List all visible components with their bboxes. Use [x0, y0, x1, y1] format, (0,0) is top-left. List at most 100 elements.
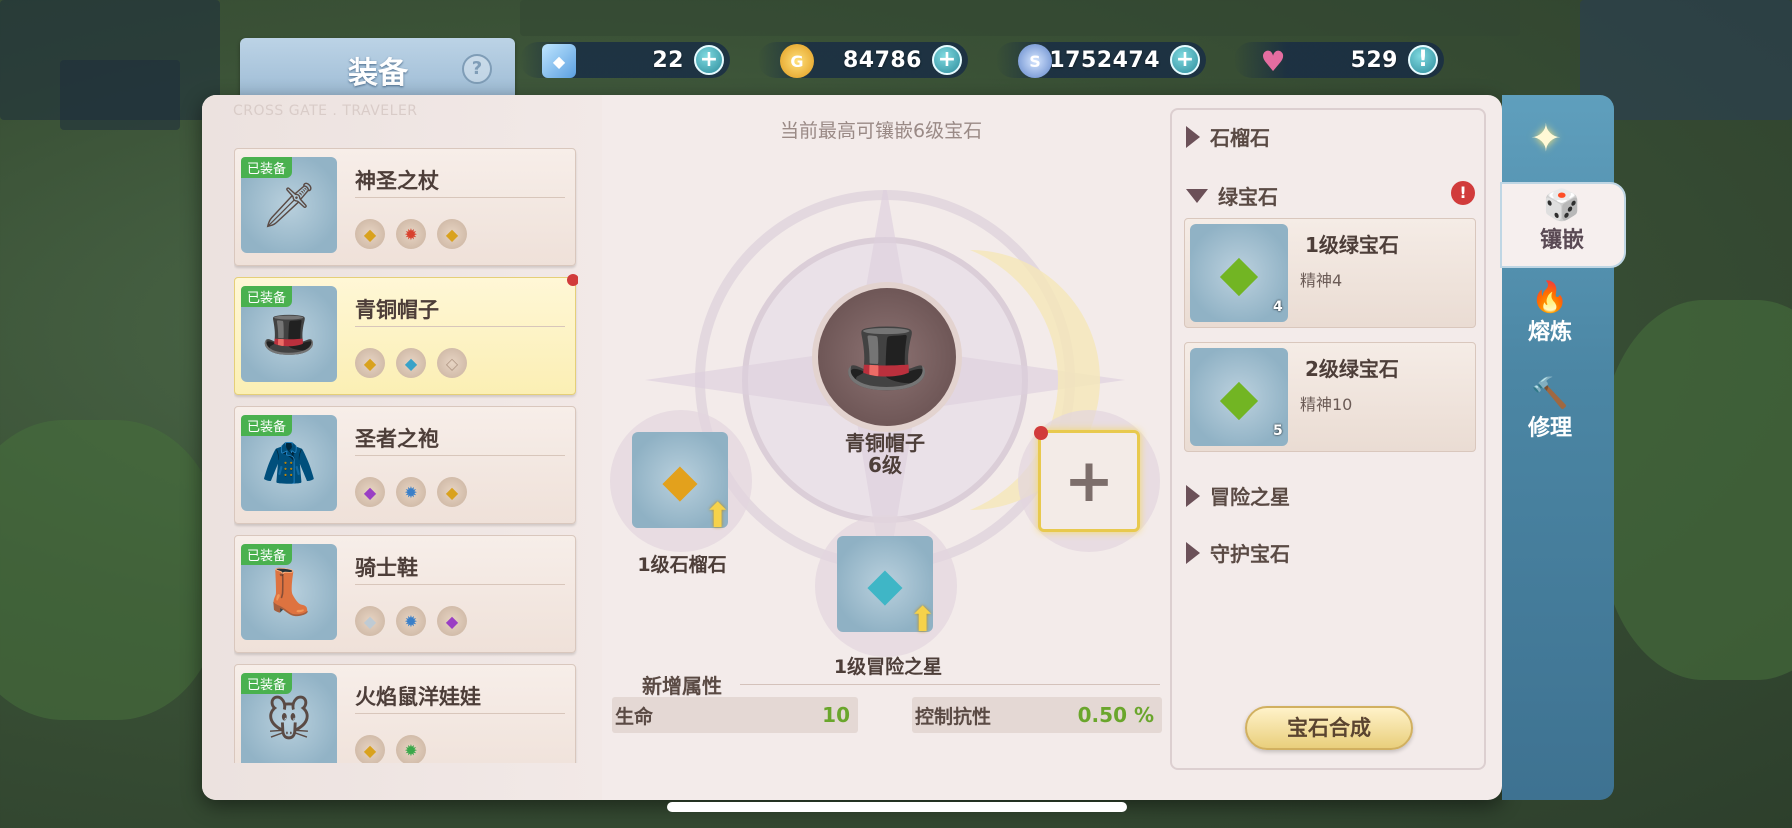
alert-dot: [1034, 426, 1048, 440]
equipment-list[interactable]: 🗡 已装备 神圣之杖 ◆ ✹ ◆ 🎩 已装备 青铜帽子 ◆ ◆ ◇ 🧥 已装备 …: [234, 148, 578, 763]
garnet-slot[interactable]: ◆ ⬆: [632, 432, 732, 536]
category-label: 绿宝石: [1218, 185, 1278, 209]
selected-item-hub: 🎩: [812, 282, 962, 432]
collapsed-arrow-icon: [1186, 484, 1200, 507]
empty-gem-slot[interactable]: +: [1034, 426, 1140, 532]
heart-icon: ♥: [1260, 44, 1286, 78]
category-label: 冒险之星: [1210, 485, 1290, 509]
stamina-info-button[interactable]: !: [1408, 45, 1438, 75]
selected-item-name: 青铜帽子: [845, 431, 925, 455]
upgrade-arrow-icon[interactable]: ⬆: [909, 600, 938, 640]
selected-item-level: 6级: [868, 453, 902, 477]
flame-icon: 🔥: [1531, 280, 1569, 315]
silver-coin-icon: S: [1018, 44, 1052, 78]
equipment-item[interactable]: 👢 已装备 骑士鞋 ◆ ✹ ◆: [234, 535, 576, 653]
expanded-arrow-icon: [1186, 188, 1208, 203]
gem-card[interactable]: ◆ 5 2级绿宝石 精神10: [1184, 342, 1476, 452]
category-emerald[interactable]: 绿宝石: [1186, 181, 1278, 210]
stat-key: 生命: [615, 705, 654, 728]
equipment-item[interactable]: 🗡 已装备 神圣之杖 ◆ ✹ ◆: [234, 148, 576, 266]
category-label: 守护宝石: [1210, 542, 1290, 566]
home-indicator[interactable]: [667, 802, 1127, 812]
equipped-badge: 已装备: [241, 673, 293, 694]
category-adventure-star[interactable]: 冒险之星: [1186, 481, 1290, 510]
stat-control-resist: 控制抗性 0.50 %: [912, 697, 1162, 733]
gem-slots: ◆ ✹ ◆: [355, 219, 467, 249]
gem-name: 1级绿宝石: [1305, 233, 1399, 257]
currency-crystal: ◆ 22 +: [520, 42, 730, 78]
page-title: 装备: [348, 56, 408, 91]
gem-name: 2级绿宝石: [1305, 357, 1399, 381]
gem-stat: 精神4: [1300, 271, 1343, 290]
tab-repair[interactable]: 🔨 修理: [1500, 378, 1600, 442]
divider: [355, 326, 565, 327]
currency-silver-value: 1752474: [1049, 47, 1160, 73]
gem-slots: ◆ ✹ ◆: [355, 606, 467, 636]
collapsed-arrow-icon: [1186, 125, 1200, 148]
adventure-star-slot[interactable]: ◆ ⬆: [837, 536, 937, 640]
divider: [355, 713, 565, 714]
gem-stat: 精神10: [1300, 395, 1353, 414]
dice-icon: 🎲: [1543, 188, 1581, 223]
gem-card[interactable]: ◆ 4 1级绿宝石 精神4: [1184, 218, 1476, 328]
currency-gold-value: 84786: [842, 47, 922, 73]
blue-gem-icon: ◆: [396, 348, 426, 378]
stat-key: 控制抗性: [915, 705, 992, 728]
tab-inlay[interactable]: 🎲 镶嵌: [1512, 190, 1612, 254]
divider: [740, 684, 1160, 685]
divider: [355, 455, 565, 456]
yellow-gem-icon: ◆: [355, 219, 385, 249]
add-crystal-button[interactable]: +: [694, 45, 724, 75]
gem-slots: ◆ ✹ ◆: [355, 477, 467, 507]
collapsed-arrow-icon: [1186, 541, 1200, 564]
stat-value: 0.50 %: [1077, 703, 1154, 727]
red-gem-icon: ✹: [396, 219, 426, 249]
yellow-gem-icon: ◆: [355, 735, 385, 763]
equipment-name: 圣者之袍: [355, 427, 439, 451]
equipment-item[interactable]: 🧥 已装备 圣者之袍 ◆ ✹ ◆: [234, 406, 576, 524]
stat-value: 10: [822, 703, 850, 727]
currency-bar: ◆ 22 + G 84786 + S 1752474 + ♥ 529 !: [520, 38, 1444, 82]
stat-hp: 生命 10: [612, 697, 858, 733]
garnet-gem-icon: ◆: [662, 453, 698, 507]
equipped-badge: 已装备: [241, 286, 293, 307]
blue-gem-icon: ✹: [396, 477, 426, 507]
adventure-star-slot-label: 1级冒险之星: [833, 656, 943, 678]
tab-smelt[interactable]: 🔥 熔炼: [1500, 282, 1600, 346]
equipment-name: 骑士鞋: [355, 556, 418, 580]
gem-synthesis-button[interactable]: 宝石合成: [1245, 706, 1413, 750]
currency-gold: G 84786 +: [758, 42, 968, 78]
yellow-gem-icon: ◆: [437, 477, 467, 507]
equipment-name: 火焰鼠洋娃娃: [355, 685, 481, 709]
gem-count: 4: [1273, 299, 1283, 315]
equipment-item-selected[interactable]: 🎩 已装备 青铜帽子 ◆ ◆ ◇: [234, 274, 578, 395]
currency-silver: S 1752474 +: [996, 42, 1206, 78]
help-icon[interactable]: ?: [462, 54, 492, 84]
currency-stamina: ♥ 529 !: [1234, 42, 1444, 78]
adventure-star-gem-icon: ◆: [867, 557, 903, 611]
category-guardian-gem[interactable]: 守护宝石: [1186, 538, 1290, 567]
divider: [355, 584, 565, 585]
add-gold-button[interactable]: +: [932, 45, 962, 75]
gem-slots: ◆ ✹: [355, 735, 426, 763]
alert-icon: !: [1451, 181, 1475, 205]
purple-gem-icon: ◆: [355, 477, 385, 507]
upgrade-arrow-icon[interactable]: ⬆: [704, 496, 733, 536]
equipped-badge: 已装备: [241, 157, 293, 178]
top-hat-icon: 🎩: [843, 315, 931, 398]
add-gem-icon: +: [1063, 446, 1115, 516]
white-gem-icon: ◆: [355, 606, 385, 636]
category-label: 石榴石: [1210, 126, 1270, 150]
equipment-item[interactable]: 🐭 已装备 火焰鼠洋娃娃 ◆ ✹: [234, 664, 576, 763]
close-icon[interactable]: ✦: [1530, 116, 1562, 160]
equipment-name: 神圣之杖: [355, 169, 439, 193]
add-silver-button[interactable]: +: [1170, 45, 1200, 75]
gem-count: 5: [1273, 423, 1283, 439]
category-garnet[interactable]: 石榴石: [1186, 122, 1270, 151]
tab-label: 熔炼: [1527, 320, 1572, 345]
purple-gem-icon: ◆: [437, 606, 467, 636]
divider: [355, 197, 565, 198]
gold-coin-icon: G: [780, 44, 814, 78]
equipment-name: 青铜帽子: [355, 298, 439, 322]
gem-slots: ◆ ◆ ◇: [355, 348, 467, 378]
